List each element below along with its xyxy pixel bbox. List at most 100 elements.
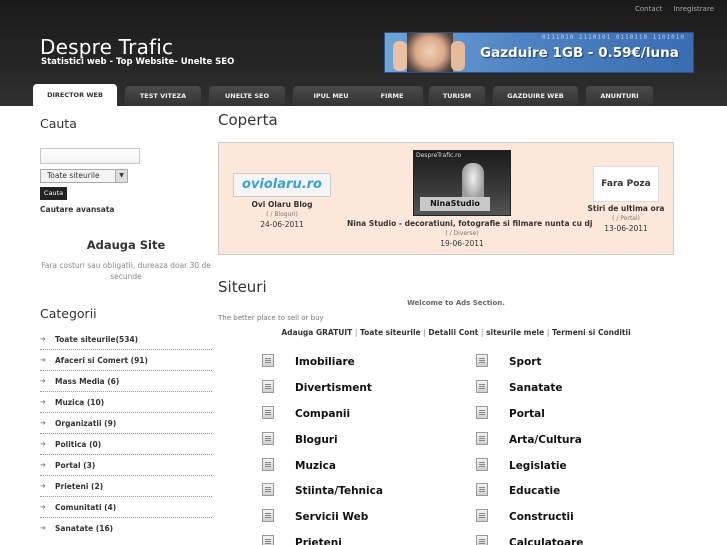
featured-site-date: 19-06-2011 (440, 239, 484, 248)
ad-category-label: Legislatie (509, 460, 567, 472)
ad-category-label: Portal (509, 408, 545, 420)
category-label: Portal (3) (55, 461, 96, 470)
search-button[interactable]: Cauta (40, 187, 67, 200)
logo-text: NinaStudio (420, 197, 490, 211)
category-label: Organizatii (9) (55, 419, 117, 428)
category-label: Politica (0) (55, 440, 102, 449)
category-item[interactable]: ➔ Portal (3) (40, 458, 212, 479)
tab-director-web[interactable]: DIRECTOR WEB (33, 84, 117, 106)
featured-site-category: ( / Diverse) (445, 230, 479, 237)
tab-firme[interactable]: FIRME (361, 86, 423, 106)
ad-category-label: Educatie (509, 485, 561, 497)
category-item[interactable]: ➔ Comunitati (4) (40, 500, 212, 521)
ad-category-label: Calculatoare (509, 537, 584, 545)
banner-binary-text: 0111010 1110101 0110110 1101010 (542, 34, 685, 41)
category-label: Prieteni (2) (55, 482, 104, 491)
arrow-right-icon: ➔ (40, 377, 46, 385)
ad-category[interactable]: Constructii (476, 509, 574, 525)
site-filter-select[interactable]: Toate siteurile ▼ (40, 169, 128, 183)
featured-site[interactable]: DespreTrafic.ro NinaStudio Nina Studio -… (347, 150, 593, 248)
siteuri-title: Siteuri (218, 278, 267, 296)
category-label: Mass Media (6) (55, 377, 120, 386)
my-sites-link[interactable]: siteurile mele (486, 328, 544, 337)
ad-category[interactable]: Arta/Cultura (476, 432, 582, 448)
category-item[interactable]: ➔ Politica (0) (40, 437, 212, 458)
categories-title: Categorii (40, 306, 97, 321)
document-icon (262, 509, 274, 522)
document-icon (476, 483, 488, 496)
featured-site[interactable]: oviolaru.ro Ovi Olaru Blog ( / Bloguri) … (227, 173, 337, 229)
featured-site-name[interactable]: Ovi Olaru Blog (227, 200, 337, 209)
ad-category[interactable]: Calculatoare (476, 535, 583, 545)
ad-category[interactable]: Sanatate (476, 380, 562, 396)
document-icon (476, 432, 488, 445)
ad-category[interactable]: Imobiliare (262, 354, 355, 370)
tab-ipul-meu[interactable]: IPUL MEU (293, 86, 369, 106)
featured-site[interactable]: Fara Poza Stiri de ultima ora ( / Portal… (583, 166, 669, 233)
category-item[interactable]: ➔ Prieteni (2) (40, 479, 212, 500)
chevron-down-icon: ▼ (115, 170, 127, 182)
category-item[interactable]: ➔ Afaceri si Comert (91) (40, 353, 212, 374)
site-logo[interactable]: Fara Poza (593, 166, 659, 202)
featured-site-name[interactable]: Nina Studio - decoratiuni, fotografie si… (347, 219, 593, 228)
ad-category[interactable]: Servicii Web (262, 509, 368, 525)
tab-anunturi[interactable]: ANUNTURI (586, 86, 653, 106)
site-logo[interactable]: DespreTrafic.ro NinaStudio (413, 150, 511, 216)
site-logo[interactable]: oviolaru.ro (233, 173, 331, 197)
ad-category[interactable]: Sport (476, 354, 542, 370)
search-input[interactable] (40, 148, 140, 164)
add-site-link[interactable]: Adauga Site (40, 238, 212, 252)
ad-category[interactable]: Portal (476, 406, 545, 422)
ad-category-label: Bloguri (295, 434, 338, 446)
ad-category-label: Servicii Web (295, 511, 369, 523)
featured-site-name[interactable]: Stiri de ultima ora (583, 204, 669, 213)
tab-turism[interactable]: TURISM (429, 86, 485, 106)
ad-category[interactable]: Legislatie (476, 458, 567, 474)
category-item[interactable]: ➔ Sanatate (16) (40, 521, 212, 542)
tab-gazduire-web[interactable]: GAZDUIRE WEB (493, 86, 578, 106)
ad-category[interactable]: Prieteni (262, 535, 342, 545)
document-icon (476, 406, 488, 419)
category-item[interactable]: ➔ Muzica (10) (40, 395, 212, 416)
ad-category-label: Muzica (295, 460, 336, 472)
ad-category-label: Divertisment (295, 382, 372, 394)
ad-category[interactable]: Bloguri (262, 432, 338, 448)
ad-category-label: Sanatate (509, 382, 563, 394)
ad-category-label: Companii (295, 408, 351, 420)
ad-category[interactable]: Divertisment (262, 380, 372, 396)
category-item[interactable]: ➔ Toate siteurile(534) (40, 332, 212, 353)
tab-unelte-seo[interactable]: UNELTE SEO (209, 86, 285, 106)
separator: | (546, 328, 550, 337)
ad-category[interactable]: Companii (262, 406, 350, 422)
ad-category-label: Sport (509, 356, 542, 368)
ad-banner[interactable]: 0111010 1110101 0110110 1101010 Gazduire… (384, 32, 694, 73)
terms-link[interactable]: Termeni si Conditii (552, 328, 631, 337)
register-link[interactable]: Inregistrare (673, 5, 714, 13)
separator: | (480, 328, 484, 337)
account-details-link[interactable]: Detalii Cont (428, 328, 478, 337)
add-free-link[interactable]: Adauga GRATUIT (281, 328, 352, 337)
category-label: Afaceri si Comert (91) (55, 356, 148, 365)
site-title[interactable]: Despre Trafic (40, 35, 173, 59)
all-sites-link[interactable]: Toate siteurile (360, 328, 421, 337)
site-slogan: Statistici web - Top Website- Unelte SEO (41, 57, 235, 67)
document-icon (476, 509, 488, 522)
featured-site-date: 13-06-2011 (604, 224, 648, 233)
arrow-right-icon: ➔ (40, 461, 46, 469)
banner-hand-left (393, 41, 407, 71)
category-item[interactable]: ➔ Mass Media (6) (40, 374, 212, 395)
document-icon (262, 380, 274, 393)
contact-link[interactable]: Contact (635, 5, 662, 13)
ad-category[interactable]: Stiinta/Tehnica (262, 483, 383, 499)
category-item[interactable]: ➔ Organizatii (9) (40, 416, 212, 437)
tab-test-viteza[interactable]: TEST VITEZA (125, 86, 201, 106)
banner-hand-right (451, 41, 465, 71)
featured-sites: oviolaru.ro Ovi Olaru Blog ( / Bloguri) … (218, 142, 674, 255)
separator: | (423, 328, 426, 337)
divider (40, 391, 212, 392)
ad-category[interactable]: Educatie (476, 483, 560, 499)
document-icon (262, 406, 274, 419)
ad-category[interactable]: Muzica (262, 458, 336, 474)
top-links: Contact Inregistrare (626, 5, 714, 13)
advanced-search-link[interactable]: Cautare avansata (40, 205, 114, 214)
